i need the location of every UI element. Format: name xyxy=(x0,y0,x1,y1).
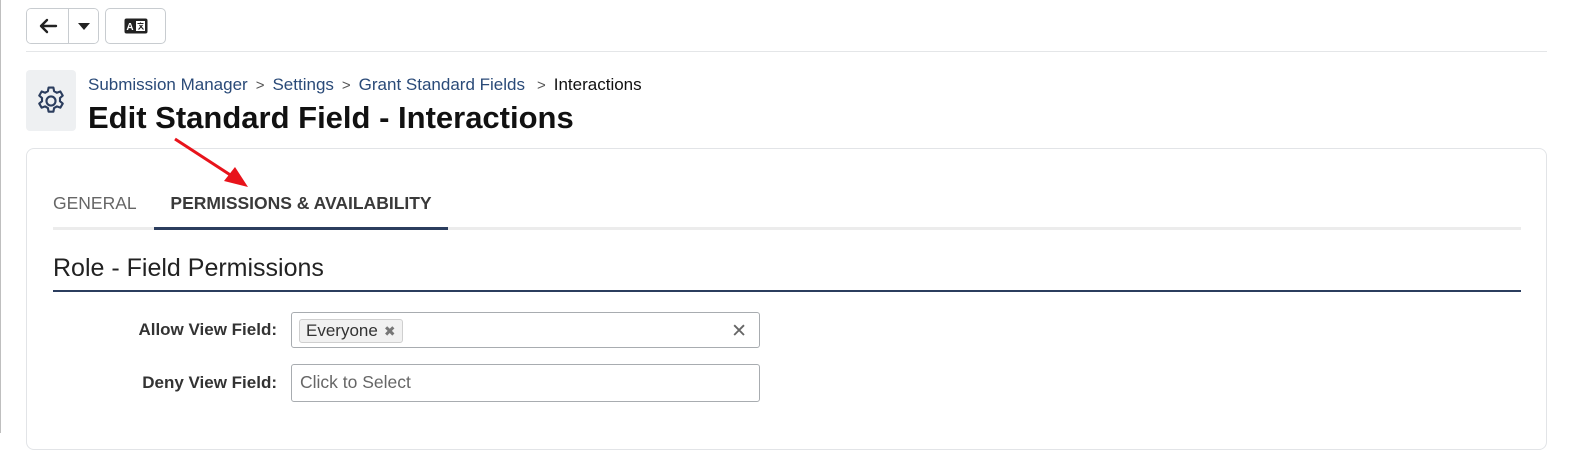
allow-view-field-select[interactable]: Everyone ✖ ✕ xyxy=(291,312,760,348)
deny-view-field-label: Deny View Field: xyxy=(27,373,277,393)
gear-icon xyxy=(34,84,68,118)
page-title: Edit Standard Field - Interactions xyxy=(88,100,574,136)
toolbar: A xyxy=(26,8,166,44)
allow-view-field-label: Allow View Field: xyxy=(27,320,277,340)
tab-general[interactable]: GENERAL xyxy=(53,189,153,227)
back-button[interactable] xyxy=(27,9,68,43)
breadcrumb-separator-icon: > xyxy=(256,77,265,94)
breadcrumb: Submission Manager > Settings > Grant St… xyxy=(88,75,642,95)
left-border xyxy=(0,0,1,433)
translate-icon: A xyxy=(124,18,148,34)
content-card: GENERAL PERMISSIONS & AVAILABILITY Role … xyxy=(26,148,1547,450)
tab-bar: GENERAL PERMISSIONS & AVAILABILITY xyxy=(53,189,1521,230)
chip-remove-icon[interactable]: ✖ xyxy=(384,320,396,342)
clear-selection-icon[interactable]: ✕ xyxy=(731,320,747,343)
selected-chip-everyone: Everyone ✖ xyxy=(299,319,403,343)
arrow-left-icon xyxy=(38,18,58,34)
back-button-group xyxy=(26,8,99,44)
toolbar-divider xyxy=(26,51,1547,52)
breadcrumb-separator-icon: > xyxy=(342,77,351,94)
svg-text:A: A xyxy=(126,22,133,33)
breadcrumb-current: Interactions xyxy=(554,75,642,95)
page-icon-box xyxy=(26,70,76,131)
section-title: Role - Field Permissions xyxy=(53,254,324,283)
breadcrumb-separator-icon: > xyxy=(537,77,546,94)
caret-down-icon xyxy=(77,21,91,31)
tab-permissions-availability[interactable]: PERMISSIONS & AVAILABILITY xyxy=(154,189,448,230)
translate-button[interactable]: A xyxy=(105,8,166,44)
history-dropdown-button[interactable] xyxy=(68,9,98,43)
deny-view-placeholder: Click to Select xyxy=(300,372,411,393)
breadcrumb-grant-standard-fields[interactable]: Grant Standard Fields xyxy=(359,75,525,95)
chip-label: Everyone xyxy=(306,320,378,342)
deny-view-field-select[interactable]: Click to Select xyxy=(291,364,760,402)
breadcrumb-submission-manager[interactable]: Submission Manager xyxy=(88,75,248,95)
breadcrumb-settings[interactable]: Settings xyxy=(272,75,333,95)
section-divider xyxy=(53,290,1521,292)
